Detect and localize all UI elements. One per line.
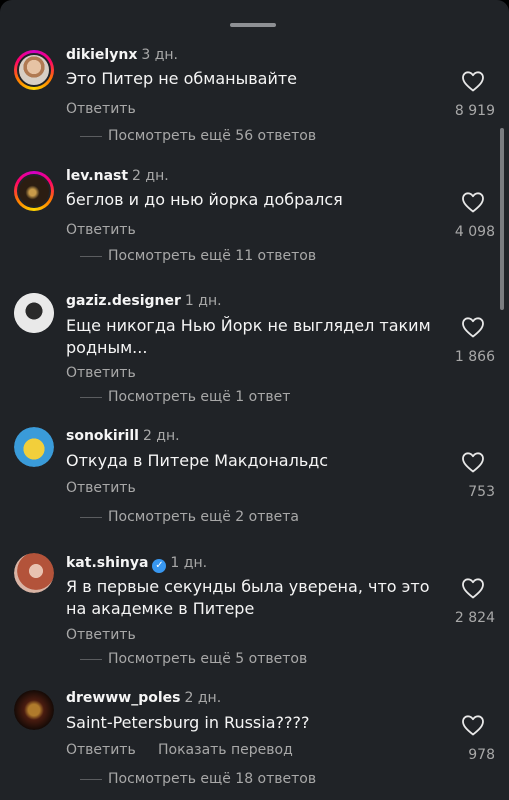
divider-line xyxy=(80,778,102,780)
view-replies-label: Посмотреть ещё 56 ответов xyxy=(108,128,317,144)
reply-button[interactable]: Ответить xyxy=(66,626,136,644)
comment-text: беглов и до нью йорка добрался xyxy=(66,190,343,209)
heart-outline-icon[interactable] xyxy=(461,191,485,213)
divider-line xyxy=(80,396,102,398)
heart-outline-icon[interactable] xyxy=(461,70,485,92)
comments-sheet: dikielynx 3 дн. Это Питер не обманывайте … xyxy=(0,0,509,800)
view-replies-button[interactable]: Посмотреть ещё 11 ответов xyxy=(80,247,316,265)
view-replies-button[interactable]: Посмотреть ещё 56 ответов xyxy=(80,127,316,145)
heart-outline-icon[interactable] xyxy=(461,577,485,599)
verified-badge-icon: ✓ xyxy=(152,559,167,573)
reply-button[interactable]: Ответить xyxy=(66,221,136,239)
comment-text: Откуда в Питере Макдональдс xyxy=(66,451,329,470)
view-replies-button[interactable]: Посмотреть ещё 2 ответа xyxy=(80,508,299,526)
timestamp: 1 дн. xyxy=(184,293,222,309)
sheet-grabber[interactable] xyxy=(230,23,276,27)
avatar[interactable] xyxy=(14,171,54,211)
like-count: 1 866 xyxy=(454,349,495,365)
divider-line xyxy=(80,658,102,660)
comment-text: Это Питер не обманывайте xyxy=(66,69,298,88)
comment-text: Я в первые секунды была уверена, что это… xyxy=(66,577,430,618)
show-translation-button[interactable]: Показать перевод xyxy=(158,741,293,759)
username[interactable]: drewww_poles xyxy=(66,690,181,706)
reply-button[interactable]: Ответить xyxy=(66,364,136,382)
comment-text: Saint-Petersburg in Russia???? xyxy=(66,713,310,732)
username[interactable]: kat.shinya xyxy=(66,555,148,571)
heart-outline-icon[interactable] xyxy=(461,316,485,338)
view-replies-button[interactable]: Посмотреть ещё 1 ответ xyxy=(80,388,290,406)
timestamp: 1 дн. xyxy=(170,555,208,571)
like-count: 2 824 xyxy=(454,610,495,626)
heart-outline-icon[interactable] xyxy=(461,451,485,473)
like-count: 8 919 xyxy=(454,103,495,119)
like-count: 753 xyxy=(468,484,495,500)
divider-line xyxy=(80,516,102,518)
avatar[interactable] xyxy=(14,293,54,333)
avatar[interactable] xyxy=(14,690,54,730)
scrollbar[interactable] xyxy=(500,128,504,310)
timestamp: 2 дн. xyxy=(142,428,180,444)
heart-outline-icon[interactable] xyxy=(461,714,485,736)
view-replies-label: Посмотреть ещё 1 ответ xyxy=(108,389,291,405)
reply-button[interactable]: Ответить xyxy=(66,479,136,497)
like-count: 978 xyxy=(468,747,495,763)
avatar[interactable] xyxy=(14,427,54,467)
view-replies-label: Посмотреть ещё 5 ответов xyxy=(108,651,308,667)
view-replies-label: Посмотреть ещё 2 ответа xyxy=(108,509,299,525)
avatar[interactable] xyxy=(14,50,54,90)
reply-button[interactable]: Ответить xyxy=(66,741,136,759)
divider-line xyxy=(80,135,102,137)
username[interactable]: lev.nast xyxy=(66,168,128,184)
divider-line xyxy=(80,255,102,257)
view-replies-button[interactable]: Посмотреть ещё 5 ответов xyxy=(80,650,307,668)
comment-text: Еще никогда Нью Йорк не выглядел таким р… xyxy=(66,316,431,357)
view-replies-label: Посмотреть ещё 18 ответов xyxy=(108,771,317,787)
reply-button[interactable]: Ответить xyxy=(66,100,136,118)
username[interactable]: gaziz.designer xyxy=(66,293,181,309)
view-replies-label: Посмотреть ещё 11 ответов xyxy=(108,248,317,264)
username[interactable]: sonokirill xyxy=(66,428,139,444)
avatar[interactable] xyxy=(14,553,54,593)
timestamp: 2 дн. xyxy=(184,690,222,706)
timestamp: 3 дн. xyxy=(141,47,178,63)
view-replies-button[interactable]: Посмотреть ещё 18 ответов xyxy=(80,770,316,788)
username[interactable]: dikielynx xyxy=(66,47,137,63)
like-count: 4 098 xyxy=(454,224,495,240)
timestamp: 2 дн. xyxy=(132,168,169,184)
